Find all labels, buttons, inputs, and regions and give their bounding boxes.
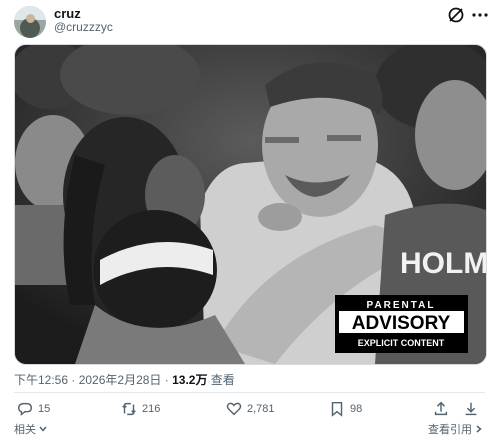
post-image[interactable]: HOLM PARENTAL ADVISORY EXPLICIT CONTENT bbox=[14, 44, 487, 365]
view-quotes-label: 查看引用 bbox=[428, 424, 472, 436]
like-count: 2,781 bbox=[247, 403, 275, 415]
bookmark-count: 98 bbox=[350, 403, 363, 415]
related-toggle[interactable]: 相关 bbox=[14, 421, 48, 437]
post-time[interactable]: 下午12:56 bbox=[14, 373, 68, 387]
repost-button[interactable]: 216 bbox=[120, 398, 160, 420]
meta-separator: · bbox=[161, 373, 173, 387]
grok-icon[interactable] bbox=[446, 5, 466, 25]
jersey-text: HOLM bbox=[400, 247, 486, 280]
views-label: 查看 bbox=[210, 373, 235, 387]
user-handle[interactable]: @cruzzzyc bbox=[54, 20, 113, 34]
chevron-down-icon bbox=[39, 426, 47, 432]
reply-button[interactable]: 15 bbox=[16, 398, 50, 420]
avatar[interactable] bbox=[14, 6, 46, 38]
bookmark-button[interactable]: 98 bbox=[328, 398, 362, 420]
view-quotes-link[interactable]: 查看引用 bbox=[428, 421, 484, 437]
advisory-line3: EXPLICIT CONTENT bbox=[358, 338, 445, 348]
divider bbox=[14, 392, 485, 393]
more-icon[interactable] bbox=[470, 5, 490, 25]
share-button[interactable] bbox=[432, 398, 454, 420]
related-label: 相关 bbox=[14, 424, 36, 436]
advisory-line2: ADVISORY bbox=[352, 313, 451, 334]
views-count: 13.2万 bbox=[172, 373, 208, 387]
download-icon bbox=[465, 402, 477, 416]
download-button[interactable] bbox=[462, 398, 484, 420]
repost-icon bbox=[122, 402, 136, 416]
like-icon bbox=[226, 402, 242, 416]
post-date[interactable]: 2026年2月28日 bbox=[79, 373, 162, 387]
post-meta: 下午12:56 · 2026年2月28日 · 13.2万 查看 bbox=[14, 371, 235, 388]
reply-icon bbox=[17, 402, 33, 416]
photo-illustration: HOLM PARENTAL ADVISORY EXPLICIT CONTENT bbox=[15, 45, 486, 364]
advisory-line1: PARENTAL bbox=[367, 300, 436, 311]
like-button[interactable]: 2,781 bbox=[225, 398, 275, 420]
bookmark-icon bbox=[331, 401, 343, 417]
chevron-right-icon bbox=[476, 425, 482, 433]
display-name[interactable]: cruz bbox=[54, 6, 81, 21]
reply-count: 15 bbox=[38, 403, 51, 415]
repost-count: 216 bbox=[142, 403, 161, 415]
share-icon bbox=[434, 401, 448, 416]
meta-separator: · bbox=[68, 373, 79, 387]
